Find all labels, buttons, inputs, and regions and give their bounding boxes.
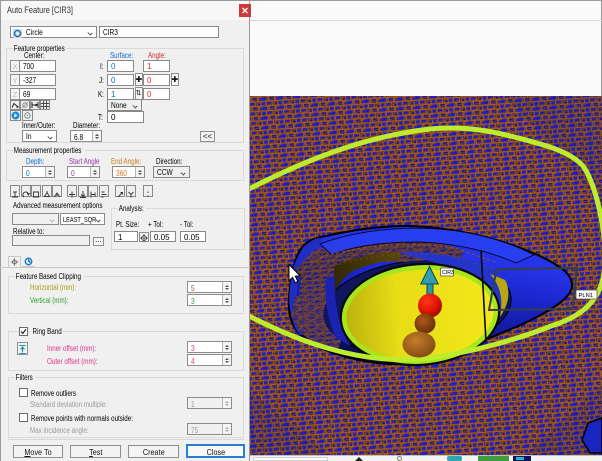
svg-text:PLN1: PLN1 — [579, 293, 594, 299]
svg-text:CIR3: CIR3 — [442, 270, 454, 276]
